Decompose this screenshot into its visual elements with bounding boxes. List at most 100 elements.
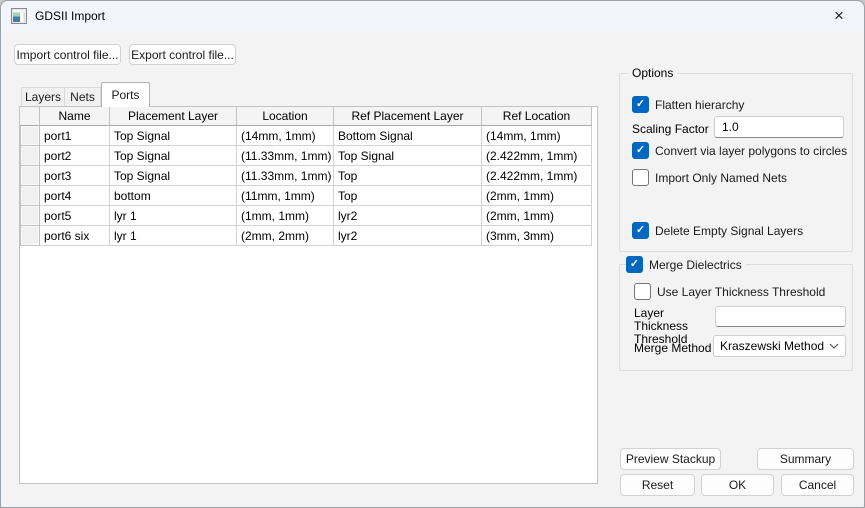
check-icon: ✓ — [635, 224, 646, 236]
column-header-name[interactable]: Name — [40, 107, 110, 126]
options-group-title: Options — [628, 66, 678, 80]
title-bar: GDSII Import × — [1, 1, 864, 31]
cell-ref-location[interactable]: (2mm, 1mm) — [482, 206, 592, 226]
cell-ref-placement-layer[interactable]: Top — [334, 186, 482, 206]
preview-stackup-button[interactable]: Preview Stackup — [620, 448, 721, 470]
cancel-label: Cancel — [798, 478, 837, 492]
delete-empty-signal-layers-row: ✓ Delete Empty Signal Layers — [632, 222, 803, 239]
convert-via-label: Convert via layer polygons to circles — [655, 143, 848, 158]
cell-placement-layer[interactable]: Top Signal — [110, 166, 237, 186]
table-row: port1 Top Signal (14mm, 1mm) Bottom Sign… — [20, 126, 597, 146]
cell-ref-placement-layer[interactable]: Top Signal — [334, 146, 482, 166]
scaling-factor-label: Scaling Factor — [632, 122, 709, 136]
close-button[interactable]: × — [818, 1, 860, 31]
flatten-hierarchy-checkbox[interactable]: ✓ — [632, 96, 649, 113]
cell-placement-layer[interactable]: lyr 1 — [110, 206, 237, 226]
cell-placement-layer[interactable]: Top Signal — [110, 126, 237, 146]
row-selector[interactable] — [20, 146, 40, 166]
gdsii-import-dialog: GDSII Import × Import control file... Ex… — [0, 0, 865, 508]
tab-ports-label: Ports — [111, 88, 140, 102]
tab-layers[interactable]: Layers — [21, 87, 65, 106]
use-layer-thickness-threshold-checkbox[interactable]: ✓ — [634, 283, 651, 300]
export-control-file-label: Export control file... — [131, 47, 234, 62]
cell-name[interactable]: port6 six — [40, 226, 110, 246]
scaling-factor-input[interactable]: 1.0 — [714, 116, 844, 138]
delete-empty-signal-layers-label: Delete Empty Signal Layers — [655, 223, 804, 238]
layer-thickness-threshold-input[interactable] — [715, 306, 846, 327]
cell-ref-location[interactable]: (2.422mm, 1mm) — [482, 146, 592, 166]
scaling-factor-value: 1.0 — [722, 120, 739, 134]
check-icon: ✓ — [629, 258, 640, 270]
delete-empty-signal-layers-checkbox[interactable]: ✓ — [632, 222, 649, 239]
merge-method-dropdown[interactable]: Kraszewski Method — [713, 335, 846, 357]
row-selector[interactable] — [20, 186, 40, 206]
cell-ref-location[interactable]: (14mm, 1mm) — [482, 126, 592, 146]
chevron-down-icon — [829, 343, 839, 349]
cell-ref-placement-layer[interactable]: Top — [334, 166, 482, 186]
cell-name[interactable]: port5 — [40, 206, 110, 226]
cancel-button[interactable]: Cancel — [781, 474, 854, 496]
column-header-placement-layer[interactable]: Placement Layer — [110, 107, 237, 126]
ok-label: OK — [728, 478, 747, 492]
table-corner-cell — [20, 107, 40, 126]
row-selector[interactable] — [20, 226, 40, 246]
cell-name[interactable]: port1 — [40, 126, 110, 146]
cell-name[interactable]: port3 — [40, 166, 110, 186]
window-title: GDSII Import — [35, 9, 106, 23]
row-selector[interactable] — [20, 166, 40, 186]
merge-dielectrics-row: ✓ Merge Dielectrics — [626, 256, 746, 273]
export-control-file-button[interactable]: Export control file... — [129, 44, 236, 65]
import-control-file-button[interactable]: Import control file... — [14, 44, 121, 65]
cell-location[interactable]: (14mm, 1mm) — [237, 126, 334, 146]
cell-ref-placement-layer[interactable]: lyr2 — [334, 226, 482, 246]
options-group: Options ✓ Flatten hierarchy Scaling Fact… — [619, 66, 853, 252]
merge-dielectrics-group: ✓ Merge Dielectrics ✓ Use Layer Thicknes… — [619, 256, 853, 371]
use-layer-thickness-threshold-row: ✓ Use Layer Thickness Threshold — [634, 283, 825, 300]
reset-button[interactable]: Reset — [620, 474, 695, 496]
close-icon: × — [834, 6, 844, 25]
table-row: port6 six lyr 1 (2mm, 2mm) lyr2 (3mm, 3m… — [20, 226, 597, 246]
cell-ref-location[interactable]: (2mm, 1mm) — [482, 186, 592, 206]
cell-placement-layer[interactable]: lyr 1 — [110, 226, 237, 246]
table-row: port3 Top Signal (11.33mm, 1mm) Top (2.4… — [20, 166, 597, 186]
convert-via-row: ✓ Convert via layer polygons to circles — [632, 142, 847, 159]
cell-location[interactable]: (11.33mm, 1mm) — [237, 146, 334, 166]
column-header-location[interactable]: Location — [237, 107, 334, 126]
tab-ports[interactable]: Ports — [101, 82, 150, 107]
import-control-file-label: Import control file... — [16, 47, 119, 62]
cell-placement-layer[interactable]: Top Signal — [110, 146, 237, 166]
tab-nets[interactable]: Nets — [64, 87, 101, 106]
row-selector[interactable] — [20, 126, 40, 146]
import-only-named-nets-row: ✓ Import Only Named Nets — [632, 169, 787, 186]
cell-ref-placement-layer[interactable]: Bottom Signal — [334, 126, 482, 146]
row-selector[interactable] — [20, 206, 40, 226]
cell-name[interactable]: port2 — [40, 146, 110, 166]
flatten-hierarchy-row: ✓ Flatten hierarchy — [632, 96, 744, 113]
cell-location[interactable]: (1mm, 1mm) — [237, 206, 334, 226]
cell-name[interactable]: port4 — [40, 186, 110, 206]
ports-table: Name Placement Layer Location Ref Placem… — [19, 106, 598, 484]
table-row: port5 lyr 1 (1mm, 1mm) lyr2 (2mm, 1mm) — [20, 206, 597, 226]
convert-via-checkbox[interactable]: ✓ — [632, 142, 649, 159]
table-header-row: Name Placement Layer Location Ref Placem… — [20, 107, 597, 126]
tab-layers-label: Layers — [24, 90, 62, 104]
use-layer-thickness-threshold-label: Use Layer Thickness Threshold — [657, 284, 826, 299]
cell-location[interactable]: (11.33mm, 1mm) — [237, 166, 334, 186]
cell-location[interactable]: (2mm, 2mm) — [237, 226, 334, 246]
cell-placement-layer[interactable]: bottom — [110, 186, 237, 206]
cell-ref-placement-layer[interactable]: lyr2 — [334, 206, 482, 226]
table-row: port4 bottom (11mm, 1mm) Top (2mm, 1mm) — [20, 186, 597, 206]
summary-button[interactable]: Summary — [757, 448, 854, 470]
merge-method-label: Merge Method — [634, 341, 712, 355]
cell-location[interactable]: (11mm, 1mm) — [237, 186, 334, 206]
flatten-hierarchy-label: Flatten hierarchy — [655, 97, 745, 112]
reset-label: Reset — [641, 478, 674, 492]
merge-dielectrics-checkbox[interactable]: ✓ — [626, 256, 643, 273]
cell-ref-location[interactable]: (3mm, 3mm) — [482, 226, 592, 246]
ok-button[interactable]: OK — [701, 474, 774, 496]
cell-ref-location[interactable]: (2.422mm, 1mm) — [482, 166, 592, 186]
column-header-ref-location[interactable]: Ref Location — [482, 107, 592, 126]
merge-method-value: Kraszewski Method — [720, 339, 825, 353]
import-only-named-nets-checkbox[interactable]: ✓ — [632, 169, 649, 186]
column-header-ref-placement-layer[interactable]: Ref Placement Layer — [334, 107, 482, 126]
